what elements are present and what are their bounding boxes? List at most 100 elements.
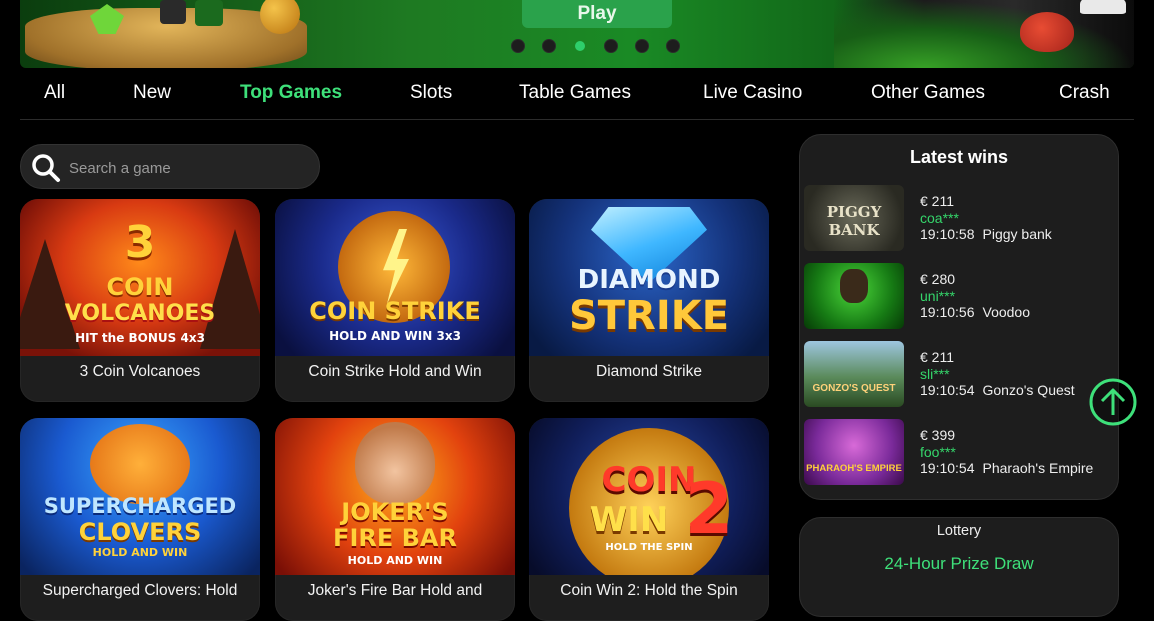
thumb-logo-text: GONZO'S QUEST [812, 383, 896, 394]
game-thumbnail: COIN STRIKE HOLD AND WIN 3x3 [275, 199, 515, 356]
game-card-coin-win-2[interactable]: COIN WIN 2 HOLD THE SPIN Coin Win 2: Hol… [529, 418, 769, 621]
game-title: 3 Coin Volcanoes [79, 363, 201, 380]
thumb-logo-text: HOLD AND WIN [92, 546, 188, 559]
carousel-dot[interactable] [604, 39, 618, 53]
game-title: Diamond Strike [596, 363, 702, 380]
thumb-logo-text: HOLD AND WIN [347, 554, 443, 567]
thumb-logo-text: HIT the BONUS 4x3 [75, 331, 205, 345]
hero-banner: Play [20, 0, 1134, 68]
lottery-panel[interactable]: Lottery 24-Hour Prize Draw [799, 517, 1119, 617]
game-thumbnail: COIN WIN 2 HOLD THE SPIN [529, 418, 769, 575]
game-thumbnail: 3 COIN VOLCANOES HIT the BONUS 4x3 [20, 199, 260, 356]
win-username: foo*** [920, 444, 956, 460]
game-card-diamond-strike[interactable]: DIAMOND STRIKE Diamond Strike [529, 199, 769, 402]
win-time: 19:10:54 [920, 460, 975, 476]
thumb-logo-text: VOLCANOES [64, 301, 216, 326]
win-amount: € 211 [920, 349, 954, 365]
thumb-logo-text: SUPERCHARGED [43, 494, 237, 518]
banner-dice-art [195, 0, 223, 26]
carousel-dot[interactable] [635, 39, 649, 53]
clover-art [90, 424, 190, 504]
voodoo-art [840, 269, 868, 303]
banner-dice-art [160, 0, 186, 24]
win-row[interactable]: PHARAOH'S EMPIRE € 399 foo*** 19:10:54 Ph… [804, 419, 1114, 487]
lottery-title: Lottery [936, 523, 982, 539]
game-card-3-coin-volcanoes[interactable]: 3 COIN VOLCANOES HIT the BONUS 4x3 3 Coi… [20, 199, 260, 402]
win-time: 19:10:58 [920, 226, 975, 242]
game-title: Joker's Fire Bar Hold and [307, 582, 483, 599]
thumb-logo-text: STRIKE [568, 293, 730, 339]
tab-table-games[interactable]: Table Games [519, 82, 631, 104]
win-username: coa*** [920, 210, 959, 226]
game-title: Coin Strike Hold and Win [308, 363, 482, 380]
win-username: uni*** [920, 288, 956, 304]
carousel-dot[interactable] [666, 39, 680, 53]
win-game-name: Voodoo [982, 304, 1031, 320]
carousel-dot[interactable] [511, 39, 525, 53]
tab-top-games[interactable]: Top Games [240, 82, 342, 104]
thumb-logo-text: COIN [106, 273, 174, 301]
win-game-thumbnail[interactable]: PIGGY BANK [804, 185, 904, 251]
carousel-dots [511, 39, 680, 53]
tab-new[interactable]: New [133, 82, 171, 104]
win-time: 19:10:56 [920, 304, 975, 320]
win-amount: € 399 [920, 427, 956, 443]
thumb-logo-text: HOLD THE SPIN [605, 542, 693, 553]
joker-art [355, 422, 435, 504]
nav-divider [20, 119, 1134, 120]
win-row[interactable]: PIGGY BANK € 211 coa*** 19:10:58 Piggy ba… [804, 185, 1114, 253]
category-nav: All New Top Games Slots Table Games Live… [20, 76, 1134, 112]
win-game-name: Piggy bank [982, 226, 1052, 242]
thumb-logo-text: PIGGY BANK [826, 203, 882, 239]
thumb-logo-text: FIRE BAR [333, 524, 457, 552]
tab-crash[interactable]: Crash [1059, 82, 1110, 104]
win-game-name: Pharaoh's Empire [982, 460, 1094, 476]
win-meta: 19:10:58 Piggy bank [920, 226, 1052, 242]
win-game-thumbnail[interactable]: PHARAOH'S EMPIRE [804, 419, 904, 485]
game-title: Coin Win 2: Hold the Spin [560, 582, 738, 599]
win-meta: 19:10:54 Gonzo's Quest [920, 382, 1075, 398]
game-thumbnail: DIAMOND STRIKE [529, 199, 769, 356]
carousel-dot[interactable] [542, 39, 556, 53]
tab-all[interactable]: All [44, 82, 65, 104]
game-title: Supercharged Clovers: Hold [42, 582, 238, 599]
win-meta: 19:10:54 Pharaoh's Empire [920, 460, 1093, 476]
win-game-thumbnail[interactable] [804, 263, 904, 329]
play-button[interactable]: Play [522, 0, 672, 28]
thumb-logo-text: CLOVERS [78, 518, 202, 546]
game-thumbnail: SUPERCHARGED CLOVERS HOLD AND WIN [20, 418, 260, 575]
latest-wins-title: Latest wins [909, 147, 1009, 167]
win-time: 19:10:54 [920, 382, 975, 398]
game-thumbnail: JOKER'S FIRE BAR HOLD AND WIN [275, 418, 515, 575]
thumb-logo-text: HOLD AND WIN 3x3 [329, 329, 461, 343]
win-amount: € 211 [920, 193, 954, 209]
game-card-jokers-fire-bar[interactable]: JOKER'S FIRE BAR HOLD AND WIN Joker's Fi… [275, 418, 515, 621]
thumb-logo-text: 2 [684, 468, 734, 550]
tab-live-casino[interactable]: Live Casino [703, 82, 802, 104]
scroll-to-top-icon[interactable] [1088, 377, 1138, 427]
banner-ladybug-art [1020, 12, 1074, 52]
search-bar [20, 144, 320, 189]
tab-slots[interactable]: Slots [410, 82, 452, 104]
thumb-logo-text: COIN STRIKE [309, 297, 481, 325]
thumb-logo-text: 3 [124, 217, 156, 268]
latest-wins-panel: Latest wins PIGGY BANK € 211 coa*** 19:1… [799, 134, 1119, 500]
win-username: sli*** [920, 366, 950, 382]
thumb-logo-text: JOKER'S [341, 498, 449, 526]
thumb-logo-text: DIAMOND [577, 265, 721, 295]
win-game-thumbnail[interactable]: GONZO'S QUEST [804, 341, 904, 407]
game-card-coin-strike[interactable]: COIN STRIKE HOLD AND WIN 3x3 Coin Strike… [275, 199, 515, 402]
search-icon[interactable] [31, 153, 61, 183]
lottery-prize-label[interactable]: 24-Hour Prize Draw [800, 554, 1118, 574]
win-meta: 19:10:56 Voodoo [920, 304, 1030, 320]
win-amount: € 280 [920, 271, 956, 287]
search-input[interactable] [67, 155, 311, 181]
carousel-dot-active[interactable] [575, 41, 585, 51]
tab-other-games[interactable]: Other Games [871, 82, 985, 104]
thumb-logo-text: PHARAOH'S EMPIRE [806, 463, 902, 474]
win-row[interactable]: € 280 uni*** 19:10:56 Voodoo [804, 263, 1114, 331]
win-game-name: Gonzo's Quest [982, 382, 1075, 398]
win-row[interactable]: GONZO'S QUEST € 211 sli*** 19:10:54 Gonzo… [804, 341, 1114, 409]
game-card-supercharged-clovers[interactable]: SUPERCHARGED CLOVERS HOLD AND WIN Superc… [20, 418, 260, 621]
banner-mushroom-art [1080, 0, 1126, 14]
